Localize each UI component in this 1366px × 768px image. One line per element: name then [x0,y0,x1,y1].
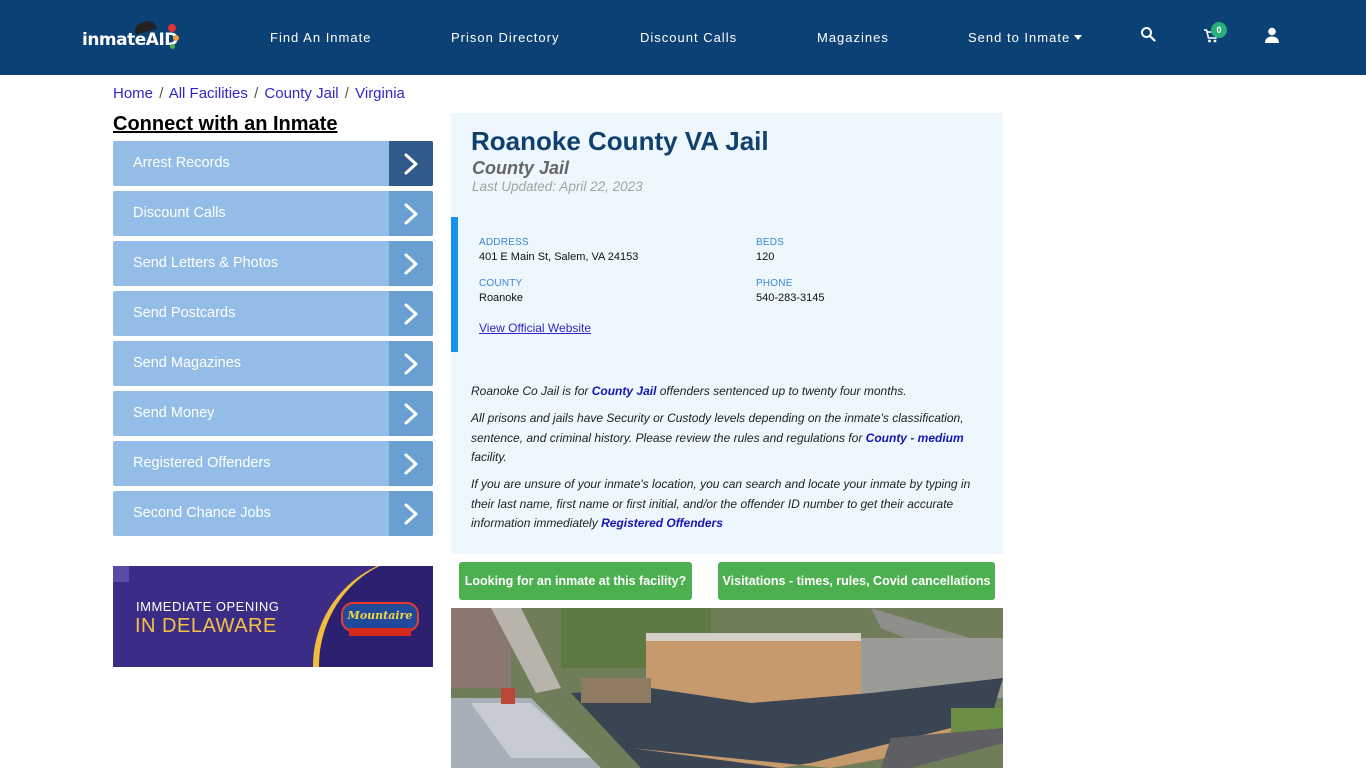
ad-banner[interactable]: IMMEDIATE OPENING IN DELAWARE Mountaire [113,566,433,667]
breadcrumb: Home / All Facilities / County Jail / Vi… [113,85,405,102]
address-value: 401 E Main St, Salem, VA 24153 [479,251,639,263]
description-paragraph: All prisons and jails have Security or C… [471,411,964,464]
chevron-right-icon [404,253,418,275]
caret-down-icon [1074,35,1083,40]
breadcrumb-all-facilities[interactable]: All Facilities [169,85,248,102]
registered-offenders-link[interactable]: Registered Offenders [601,516,723,530]
beds-label: BEDS [756,237,785,248]
chevron-right-icon [404,453,418,475]
logo-decoration [170,44,175,49]
top-navbar: inmateAID Find An Inmate Prison Director… [0,0,1366,75]
facility-card: Roanoke County VA Jail County Jail Last … [451,113,1003,554]
visitation-button[interactable]: Visitations - times, rules, Covid cancel… [718,562,995,600]
county-value: Roanoke [479,292,524,304]
description-paragraph: Roanoke Co Jail is for County Jail offen… [471,384,907,398]
breadcrumb-separator: / [254,85,259,102]
official-website-link[interactable]: View Official Website [479,321,591,335]
nav-find-an-inmate[interactable]: Find An Inmate [270,30,371,45]
facility-description: Roanoke Co Jail is for County Jail offen… [471,382,981,541]
sidebar-item-registered-offenders[interactable]: Registered Offenders [113,441,433,486]
chevron-right-icon [404,503,418,525]
facility-aerial-photo [451,608,1003,768]
sidebar-item-label: Discount Calls [133,205,226,221]
sidebar-item-label: Arrest Records [133,155,230,171]
chevron-right-icon [404,303,418,325]
sidebar-item-label: Send Postcards [133,305,236,321]
nav-prison-directory[interactable]: Prison Directory [451,30,559,45]
ad-decoration [349,628,411,636]
sidebar-item-send-letters-photos[interactable]: Send Letters & Photos [113,241,433,286]
breadcrumb-county-jail[interactable]: County Jail [264,85,338,102]
sidebar-item-send-money[interactable]: Send Money [113,391,433,436]
nav-send-to-inmate[interactable]: Send to Inmate [968,30,1083,45]
security-level-link[interactable]: County - medium [866,431,964,445]
user-icon[interactable] [1265,27,1285,47]
last-updated: Last Updated: April 22, 2023 [472,179,643,194]
breadcrumb-virginia[interactable]: Virginia [355,85,405,102]
facility-type: County Jail [472,158,570,178]
sidebar-item-send-magazines[interactable]: Send Magazines [113,341,433,386]
sidebar-item-label: Registered Offenders [133,455,271,471]
facility-info-box: ADDRESS 401 E Main St, Salem, VA 24153 B… [451,217,1003,352]
logo-decoration [173,35,179,41]
sidebar-item-send-postcards[interactable]: Send Postcards [113,291,433,336]
phone-value: 540-283-3145 [756,292,825,304]
sidebar-item-second-chance-jobs[interactable]: Second Chance Jobs [113,491,433,536]
logo-decoration [168,24,176,32]
chevron-right-icon [404,153,418,175]
inmateaid-logo[interactable]: inmateAID [82,19,182,54]
sidebar-item-label: Second Chance Jobs [133,505,271,521]
county-label: COUNTY [479,278,523,289]
county-jail-link[interactable]: County Jail [592,384,657,398]
sidebar-menu: Arrest Records Discount Calls Send Lette… [113,141,433,541]
breadcrumb-separator: / [159,85,164,102]
sidebar-item-label: Send Letters & Photos [133,255,279,271]
ad-decoration [113,566,129,582]
sidebar-item-discount-calls[interactable]: Discount Calls [113,191,433,236]
facility-photo-image [451,608,1003,768]
facility-title: Roanoke County VA Jail [471,126,769,156]
sidebar-item-arrest-records[interactable]: Arrest Records [113,141,433,186]
breadcrumb-home[interactable]: Home [113,85,153,102]
chevron-right-icon [404,203,418,225]
sidebar-title: Connect with an Inmate [113,113,338,135]
nav-magazines[interactable]: Magazines [817,30,889,45]
ad-subheadline: IN DELAWARE [135,615,277,637]
nav-send-to-inmate-label: Send to Inmate [968,30,1071,45]
address-label: ADDRESS [479,237,529,248]
description-paragraph: If you are unsure of your inmate's locat… [471,477,971,530]
search-icon[interactable] [1140,26,1160,46]
cart-count-badge: 0 [1211,22,1227,38]
nav-discount-calls[interactable]: Discount Calls [640,30,737,45]
sidebar-item-label: Send Money [133,405,215,421]
chevron-right-icon [404,403,418,425]
beds-value: 120 [756,251,775,263]
ad-headline: IMMEDIATE OPENING [136,599,280,614]
sidebar-item-label: Send Magazines [133,355,242,371]
phone-label: PHONE [756,278,793,289]
breadcrumb-separator: / [344,85,349,102]
find-inmate-button[interactable]: Looking for an inmate at this facility? [459,562,692,600]
chevron-right-icon [404,353,418,375]
